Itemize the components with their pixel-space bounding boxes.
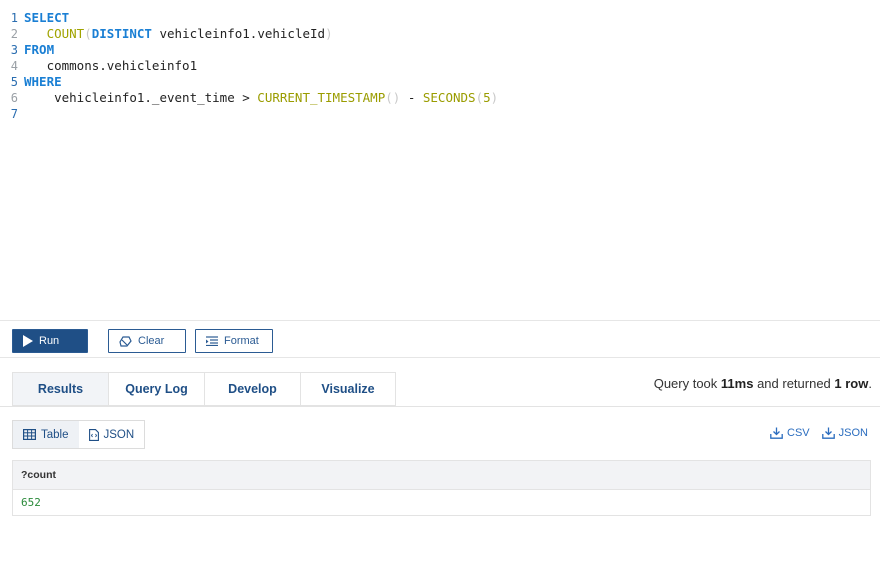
code-token: ) (325, 26, 333, 41)
download-json-label: JSON (838, 427, 868, 439)
results-table: ?count 652 (12, 460, 871, 516)
code-token: () (385, 90, 401, 105)
code-token: ) (490, 90, 499, 105)
download-csv-link[interactable]: CSV (770, 427, 810, 439)
download-icon (770, 427, 783, 439)
line-number: 3 (10, 43, 18, 57)
table-icon (23, 429, 36, 440)
status-rows: 1 row (834, 376, 869, 391)
code-token: 5 (483, 90, 491, 105)
format-icon (206, 336, 218, 346)
code-line[interactable]: 3 FROM (0, 42, 880, 58)
table-view-button[interactable]: Table (13, 421, 79, 448)
clear-button[interactable]: Clear (108, 329, 186, 353)
eraser-icon (119, 335, 132, 347)
tab-query-log[interactable]: Query Log (108, 372, 204, 406)
code-token: SELECT (24, 10, 70, 25)
play-icon (23, 335, 33, 347)
tabs-divider (0, 406, 880, 407)
tab-develop[interactable]: Develop (204, 372, 300, 406)
code-token: FROM (24, 42, 55, 57)
download-icon (821, 427, 835, 439)
code-token: vehicleinfo1._event_time > (24, 90, 258, 105)
code-token: CURRENT_TIMESTAMP (257, 90, 386, 105)
line-number: 2 (10, 27, 18, 41)
code-line[interactable]: 7 (0, 106, 880, 122)
table-cell-count: 652 (21, 496, 41, 509)
download-links: CSV JSON (770, 427, 868, 439)
status-time: 11ms (720, 376, 754, 391)
code-token: commons.vehicleinfo1 (24, 58, 198, 73)
tab-label: Visualize (321, 382, 375, 396)
editor-toolbar: Run Clear Format (0, 320, 880, 358)
download-csv-label: CSV (787, 427, 810, 439)
results-tabs: Results Query Log Develop Visualize (12, 372, 396, 406)
code-line[interactable]: 2 COUNT(DISTINCT vehicleinfo1.vehicleId) (0, 26, 880, 42)
code-token: COUNT (46, 26, 85, 41)
status-suffix: . (868, 376, 872, 391)
column-header-count: ?count (21, 469, 56, 481)
query-status: Query took 11ms and returned 1 row. (654, 376, 872, 391)
table-header-cell[interactable]: ?count (13, 461, 870, 490)
code-line[interactable]: 6 vehicleinfo1._event_time > CURRENT_TIM… (0, 90, 880, 106)
sql-editor[interactable]: 1 SELECT 2 COUNT(DISTINCT vehicleinfo1.veh… (0, 0, 880, 320)
run-label: Run (39, 335, 60, 347)
run-button[interactable]: Run (12, 329, 88, 353)
status-prefix: Query took (653, 376, 721, 391)
code-token: - (400, 90, 423, 105)
tab-results[interactable]: Results (12, 372, 108, 406)
line-number: 1 (10, 11, 18, 25)
json-view-label: JSON (103, 428, 135, 441)
line-number: 6 (10, 91, 18, 105)
tab-label: Query Log (125, 382, 188, 396)
json-view-button[interactable]: JSON (79, 421, 145, 448)
format-label: Format (224, 335, 259, 347)
clear-label: Clear (138, 335, 165, 347)
code-token: WHERE (24, 74, 62, 89)
view-toggle: Table JSON (12, 420, 146, 449)
code-line[interactable]: 4 commons.vehicleinfo1 (0, 58, 880, 74)
code-token: vehicleinfo1.vehicleId (151, 26, 326, 41)
code-token: ( (475, 90, 484, 105)
line-number: 4 (10, 59, 18, 73)
code-line[interactable]: 5 WHERE (0, 74, 880, 90)
code-line[interactable]: 1 SELECT (0, 10, 880, 26)
line-number: 7 (10, 107, 18, 121)
code-token: SECONDS (422, 90, 476, 105)
table-view-label: Table (41, 428, 69, 441)
json-file-icon (88, 428, 99, 441)
line-number: 5 (10, 75, 18, 89)
table-row[interactable]: 652 (13, 490, 870, 515)
tab-label: Develop (228, 382, 277, 396)
status-middle: and returned (753, 376, 835, 391)
format-button[interactable]: Format (195, 329, 273, 353)
tab-label: Results (37, 382, 84, 396)
code-token: ( (84, 26, 92, 41)
download-json-link[interactable]: JSON (821, 427, 868, 439)
tab-visualize[interactable]: Visualize (300, 372, 396, 406)
code-token: DISTINCT (91, 26, 152, 41)
